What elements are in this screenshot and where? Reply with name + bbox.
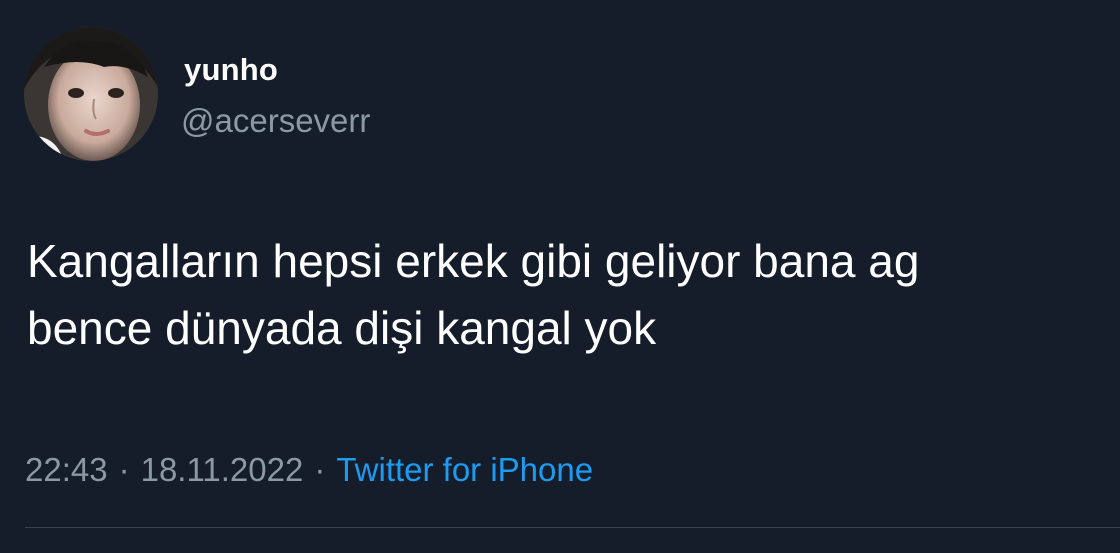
tweet-time[interactable]: 22:43 [25,451,108,488]
tweet-card: yunho @acerseverr Kangalların hepsi erke… [0,0,1120,553]
author-display-name[interactable]: yunho [184,50,278,90]
meta-separator: · [314,451,326,488]
tweet-date[interactable]: 18.11.2022 [141,451,304,488]
author-handle[interactable]: @acerseverr [181,100,370,142]
tweet-meta: 22:43 · 18.11.2022 · Twitter for iPhone [25,448,593,492]
author-avatar[interactable] [24,27,158,161]
divider [25,527,1120,528]
tweet-text-line: Kangalların hepsi erkek gibi geliyor ban… [27,235,920,287]
tweet-text-line: bence dünyada dişi kangal yok [27,302,657,354]
tweet-source-link[interactable]: Twitter for iPhone [336,451,593,488]
tweet-text: Kangalların hepsi erkek gibi geliyor ban… [27,228,1120,362]
meta-separator: · [118,451,130,488]
profile-photo-icon [24,27,158,161]
